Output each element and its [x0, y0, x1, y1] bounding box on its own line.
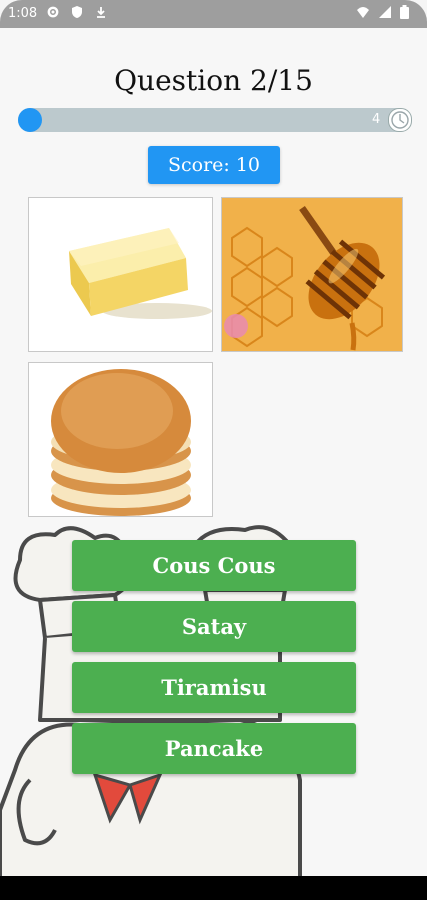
- question-title: Question 2/15: [114, 64, 313, 97]
- progress-track: [18, 108, 410, 132]
- answer-button-1[interactable]: Cous Cous: [72, 540, 356, 591]
- signal-icon: [379, 6, 391, 18]
- battery-icon: [400, 5, 409, 19]
- wifi-icon: [357, 7, 369, 18]
- app-screen: 1:08 Question 2/15 4 Score: 10 Cous Cous…: [0, 0, 427, 900]
- download-icon: [97, 7, 105, 18]
- status-time: 1:08: [8, 6, 38, 21]
- honey-image[interactable]: [221, 197, 403, 352]
- butter-illustration: [69, 228, 212, 319]
- progress-indicator: [18, 108, 42, 132]
- pancakes-image[interactable]: [28, 362, 213, 517]
- status-bar: 1:08: [0, 0, 427, 28]
- timer-value: 4: [372, 112, 381, 127]
- butter-image[interactable]: [28, 197, 213, 352]
- shield-icon: [72, 6, 82, 18]
- answer-button-2[interactable]: Satay: [72, 601, 356, 652]
- answer-button-4[interactable]: Pancake: [72, 723, 356, 774]
- answer-button-3[interactable]: Tiramisu: [72, 662, 356, 713]
- pancakes-illustration: [51, 369, 191, 516]
- navigation-bar: [0, 876, 427, 900]
- answer-list: Cous Cous Satay Tiramisu Pancake: [72, 540, 356, 784]
- clock-icon: [388, 108, 412, 132]
- settings-icon: [47, 6, 59, 18]
- honey-illustration: [222, 198, 402, 351]
- score-badge: Score: 10: [148, 146, 280, 184]
